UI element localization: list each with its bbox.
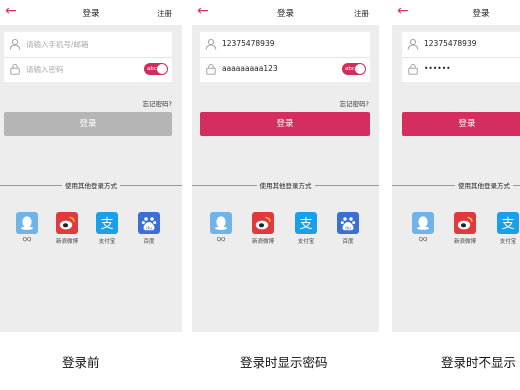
social-login-weibo[interactable]: 新浪微博 [252, 212, 274, 245]
page-title: 登录 [472, 9, 490, 19]
other-login-methods-label: 使用其他登录方式 [62, 180, 120, 190]
other-login-methods-label: 使用其他登录方式 [455, 180, 513, 190]
top-bar: ← 登录 注册 [192, 0, 379, 25]
toggle-knob [157, 64, 167, 74]
other-login-methods-label: 使用其他登录方式 [256, 180, 315, 190]
toggle-label: abc [147, 65, 157, 72]
alipay-icon[interactable]: 支 [96, 212, 118, 234]
qq-icon[interactable] [210, 212, 232, 234]
weibo-icon[interactable] [454, 212, 476, 234]
alipay-icon[interactable]: 支 [295, 212, 317, 234]
lock-icon [205, 63, 217, 75]
login-form: 请输入手机号/邮箱 请输入密码 abc [4, 32, 172, 82]
social-login-label: 支付宝 [499, 239, 517, 245]
lock-icon [9, 63, 21, 75]
social-login-label: 新浪微博 [453, 239, 476, 245]
page-title: 登录 [82, 9, 100, 19]
password-field[interactable]: aaaaaaaaa123 abc [200, 57, 370, 82]
social-login-baidu[interactable]: du 百度 [138, 212, 160, 245]
login-button[interactable]: 登录 [200, 112, 370, 136]
forgot-password-link[interactable]: 忘记密码? [143, 98, 172, 108]
top-bar: ← 登录 注册 [0, 0, 182, 25]
social-login-alipay[interactable]: 支支付宝 [96, 212, 118, 245]
qq-icon[interactable] [412, 212, 434, 234]
social-login-label: 支付宝 [98, 239, 116, 245]
social-login-qq[interactable]: QQ [16, 212, 38, 243]
social-login-label: 百度 [143, 239, 155, 245]
phone-field[interactable]: 12375478939 [402, 32, 520, 58]
caption-hide-password: 登录时不显示 [441, 355, 517, 370]
social-login-baidu[interactable]: du 百度 [337, 212, 359, 245]
svg-text:支: 支 [100, 217, 113, 232]
login-form: 12375478939 •••••• [402, 32, 520, 82]
social-login-label: 新浪微博 [251, 239, 274, 245]
login-screen-hide-password: ← 登录 12375478939 •••••• 登录 使用其他登录方式 QQ 新浪… [392, 0, 520, 332]
social-login-label: 支付宝 [297, 239, 315, 245]
login-screen-before: ← 登录 注册 请输入手机号/邮箱 请输入密码 abc 忘记密码? 登录 使用其… [0, 0, 182, 332]
register-link[interactable]: 注册 [157, 8, 172, 19]
phone-field[interactable]: 12375478939 [200, 32, 370, 58]
phone-input[interactable]: 请输入手机号/邮箱 [26, 39, 89, 50]
social-login-label: QQ [216, 237, 226, 243]
password-input[interactable]: aaaaaaaaa123 [222, 64, 278, 73]
caption-before: 登录前 [62, 355, 100, 370]
social-login-alipay[interactable]: 支支付宝 [295, 212, 317, 245]
phone-field[interactable]: 请输入手机号/邮箱 [4, 32, 172, 58]
qq-icon[interactable] [16, 212, 38, 234]
toggle-label: abc [345, 65, 355, 72]
baidu-icon[interactable]: du [337, 212, 359, 234]
social-login-label: 百度 [342, 239, 354, 245]
login-button[interactable]: 登录 [402, 112, 520, 136]
weibo-icon[interactable] [56, 212, 78, 234]
password-field[interactable]: •••••• [402, 57, 520, 82]
social-login-alipay[interactable]: 支支付宝 [497, 212, 519, 245]
social-login-qq[interactable]: QQ [412, 212, 434, 243]
svg-text:du: du [146, 225, 152, 231]
top-bar: ← 登录 [392, 0, 520, 25]
forgot-password-link[interactable]: 忘记密码? [340, 98, 369, 108]
login-screen-show-password: ← 登录 注册 12375478939 aaaaaaaaa123 abc 忘记密… [192, 0, 379, 332]
phone-input[interactable]: 12375478939 [424, 39, 477, 48]
toggle-knob [355, 64, 365, 74]
show-password-toggle[interactable]: abc [342, 63, 366, 75]
lock-icon [407, 63, 419, 75]
user-icon [407, 38, 419, 50]
svg-text:du: du [345, 225, 351, 231]
show-password-toggle[interactable]: abc [144, 63, 168, 75]
phone-input[interactable]: 12375478939 [222, 39, 275, 48]
password-field[interactable]: 请输入密码 abc [4, 57, 172, 82]
svg-text:支: 支 [501, 217, 514, 232]
password-input[interactable]: •••••• [424, 64, 451, 73]
login-form: 12375478939 aaaaaaaaa123 abc [200, 32, 370, 82]
user-icon [9, 38, 21, 50]
social-login-weibo[interactable]: 新浪微博 [454, 212, 476, 245]
register-link[interactable]: 注册 [354, 8, 369, 19]
baidu-icon[interactable]: du [138, 212, 160, 234]
social-login-label: QQ [418, 237, 428, 243]
social-login-label: QQ [22, 237, 32, 243]
user-icon [205, 38, 217, 50]
password-input[interactable]: 请输入密码 [26, 64, 64, 75]
social-login-qq[interactable]: QQ [210, 212, 232, 243]
svg-text:支: 支 [299, 217, 312, 232]
login-button[interactable]: 登录 [4, 112, 172, 136]
caption-show-password: 登录时显示密码 [240, 355, 328, 370]
social-login-label: 新浪微博 [55, 239, 78, 245]
alipay-icon[interactable]: 支 [497, 212, 519, 234]
weibo-icon[interactable] [252, 212, 274, 234]
page-title: 登录 [276, 9, 294, 19]
social-login-weibo[interactable]: 新浪微博 [56, 212, 78, 245]
